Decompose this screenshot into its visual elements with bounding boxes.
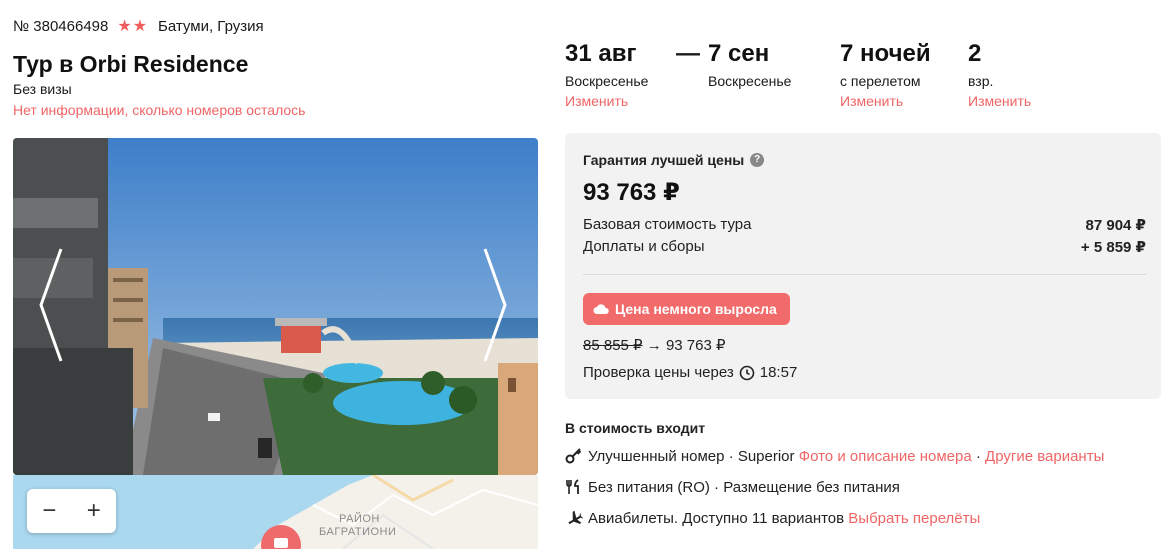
tour-number: № 380466498 — [13, 17, 109, 35]
change-dates-link[interactable]: Изменить — [565, 93, 648, 109]
meal-text: Без питания (RO) · Размещение без питани… — [588, 478, 900, 496]
price-increase-badge: Цена немного выросла — [583, 293, 790, 325]
price-panel: Гарантия лучшей цены ? 93 763 ₽ Базовая … — [565, 133, 1161, 399]
map-district-label: РАЙОН — [339, 513, 380, 525]
price-check: Проверка цены через 18:57 — [583, 364, 797, 381]
base-price-label: Базовая стоимость тура — [583, 216, 752, 233]
divider — [583, 274, 1146, 275]
price-arrow: → — [646, 337, 662, 354]
next-photo-arrow[interactable] — [481, 245, 511, 365]
zoom-out-button[interactable]: − — [29, 497, 69, 525]
page-title: Тур в Orbi Residence — [13, 51, 249, 77]
date-from-value: 31 авг — [565, 40, 637, 67]
included-room: Улучшенный номер · Superior Фото и описа… — [565, 447, 1104, 465]
total-price: 93 763 ₽ — [583, 179, 680, 206]
hotel-stars: ★★ — [117, 18, 149, 35]
key-icon — [565, 447, 583, 465]
visa-info: Без визы — [13, 81, 72, 97]
tour-meta: № 380466498 ★★ Батуми, Грузия — [13, 16, 264, 36]
clock-icon — [739, 365, 755, 380]
guests-sub: взр. — [968, 73, 994, 89]
prev-photo-arrow[interactable] — [35, 245, 65, 365]
fork-knife-icon — [565, 478, 583, 496]
hotel-map[interactable]: − + РАЙОН БАГРАТИОНИ — [13, 475, 538, 549]
other-rooms-link[interactable]: Другие варианты — [985, 448, 1104, 465]
price-check-label: Проверка цены через — [583, 364, 734, 381]
price-change: 85 855 ₽ → 93 763 ₽ — [583, 336, 726, 354]
change-nights-link[interactable]: Изменить — [840, 93, 931, 109]
nights-sub: с перелетом — [840, 73, 921, 89]
date-from: 31 авг Воскресенье Изменить — [565, 40, 648, 109]
date-to: 7 сен Воскресенье — [708, 40, 791, 89]
date-from-day: Воскресенье — [565, 73, 649, 89]
rooms-availability: Нет информации, сколько номеров осталось — [13, 102, 306, 118]
map-district-label-2: БАГРАТИОНИ — [319, 526, 397, 538]
nights: 7 ночей с перелетом Изменить — [840, 40, 931, 109]
help-icon[interactable]: ? — [750, 153, 765, 167]
flight-text: Авиабилеты. Доступно 11 вариантов — [588, 509, 845, 527]
base-price-value: 87 904 ₽ — [1085, 217, 1146, 234]
date-to-day: Воскресенье — [708, 73, 792, 89]
room-photos-link[interactable]: Фото и описание номера — [799, 448, 972, 465]
date-separator: — — [676, 40, 700, 67]
location: Батуми, Грузия — [158, 17, 264, 35]
hotel-photo[interactable] — [13, 138, 538, 475]
change-guests-link[interactable]: Изменить — [968, 93, 1031, 109]
price-increase-text: Цена немного выросла — [615, 301, 777, 317]
extra-fees-label: Доплаты и сборы — [583, 238, 705, 255]
new-price: 93 763 ₽ — [665, 337, 726, 354]
guests-value: 2 — [968, 40, 982, 67]
extra-fees-row: Доплаты и сборы + 5 859 ₽ — [583, 238, 1146, 256]
nights-value: 7 ночей — [840, 40, 931, 67]
price-guarantee-label: Гарантия лучшей цены — [583, 152, 745, 168]
base-price-row: Базовая стоимость тура 87 904 ₽ — [583, 216, 1146, 234]
map-zoom-control: − + — [27, 489, 116, 533]
extra-fees-value: + 5 859 ₽ — [1080, 239, 1146, 256]
included-meal: Без питания (RO) · Размещение без питани… — [565, 478, 900, 496]
room-text: Улучшенный номер · Superior — [588, 447, 795, 465]
old-price: 85 855 ₽ — [583, 337, 643, 354]
cloud-icon — [593, 304, 609, 314]
plane-icon — [565, 509, 583, 527]
room-separator: · — [971, 447, 986, 465]
price-guarantee: Гарантия лучшей цены ? — [583, 152, 765, 168]
included-title: В стоимость входит — [565, 420, 706, 436]
price-check-time: 18:57 — [759, 364, 798, 381]
guests: 2 взр. Изменить — [968, 40, 1031, 109]
date-to-value: 7 сен — [708, 40, 770, 67]
included-flight: Авиабилеты. Доступно 11 вариантов Выбрат… — [565, 509, 980, 527]
choose-flights-link[interactable]: Выбрать перелёты — [848, 510, 980, 527]
zoom-in-button[interactable]: + — [74, 497, 114, 525]
